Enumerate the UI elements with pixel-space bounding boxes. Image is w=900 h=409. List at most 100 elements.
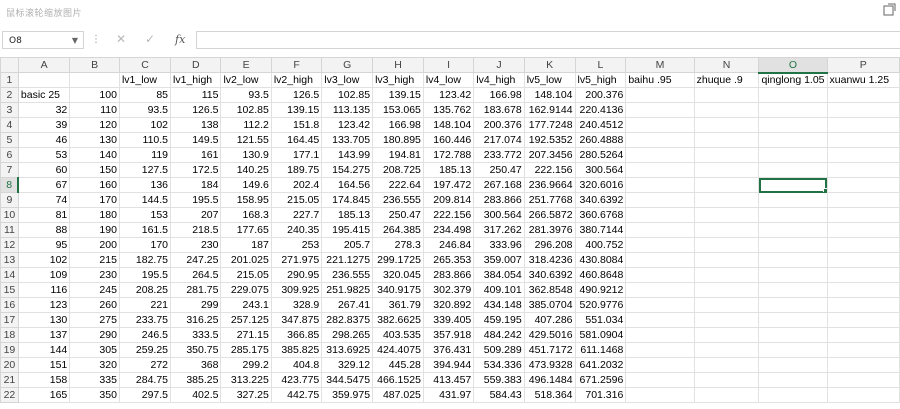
cell-k6[interactable]: 207.3456: [523, 147, 576, 163]
cell-b3[interactable]: 110: [69, 102, 120, 118]
cell-l11[interactable]: 380.7144: [574, 222, 627, 238]
cell-n12[interactable]: [693, 237, 760, 253]
cell-e9[interactable]: 158.95: [220, 192, 272, 208]
cell-h1[interactable]: lv3_high: [372, 72, 424, 88]
cell-o9[interactable]: [758, 192, 828, 208]
cell-f20[interactable]: 404.8: [270, 357, 323, 373]
cell-c2[interactable]: 85: [118, 87, 172, 103]
row-header[interactable]: 21: [0, 372, 19, 388]
cell-m8[interactable]: [625, 177, 695, 193]
cell-l9[interactable]: 340.6392: [574, 192, 627, 208]
cell-i10[interactable]: 222.156: [422, 207, 475, 223]
cell-c9[interactable]: 144.5: [118, 192, 172, 208]
formula-input[interactable]: [196, 31, 900, 49]
column-header-d[interactable]: D: [170, 57, 222, 73]
cell-h12[interactable]: 278.3: [372, 237, 424, 253]
cell-l2[interactable]: 200.376: [574, 87, 627, 103]
expand-icon[interactable]: [883, 3, 896, 16]
cell-m13[interactable]: [625, 252, 695, 268]
cell-j4[interactable]: 200.376: [473, 117, 525, 133]
cell-e7[interactable]: 140.25: [220, 162, 272, 178]
cell-d10[interactable]: 207: [170, 207, 222, 223]
cell-c12[interactable]: 170: [118, 237, 172, 253]
cell-j15[interactable]: 409.101: [473, 282, 525, 298]
cell-i6[interactable]: 172.788: [422, 147, 475, 163]
cell-f2[interactable]: 126.5: [270, 87, 323, 103]
row-header[interactable]: 16: [0, 297, 19, 313]
cell-b13[interactable]: 215: [69, 252, 120, 268]
cell-p5[interactable]: [826, 132, 900, 148]
cell-d11[interactable]: 218.5: [170, 222, 222, 238]
row-header[interactable]: 9: [0, 192, 19, 208]
cell-l22[interactable]: 701.316: [574, 387, 627, 403]
cell-e3[interactable]: 102.85: [220, 102, 272, 118]
cell-e6[interactable]: 130.9: [220, 147, 272, 163]
cell-f14[interactable]: 290.95: [270, 267, 323, 283]
cell-d16[interactable]: 299: [170, 297, 222, 313]
cell-c19[interactable]: 259.25: [118, 342, 172, 358]
column-header-o[interactable]: O: [758, 57, 828, 74]
cell-d15[interactable]: 281.75: [170, 282, 222, 298]
cell-i14[interactable]: 283.866: [422, 267, 475, 283]
cell-a19[interactable]: 144: [17, 342, 71, 358]
cell-e12[interactable]: 187: [220, 237, 272, 253]
cell-i9[interactable]: 209.814: [422, 192, 475, 208]
cell-i15[interactable]: 302.379: [422, 282, 475, 298]
cell-k15[interactable]: 362.8548: [523, 282, 576, 298]
cell-b4[interactable]: 120: [69, 117, 120, 133]
cell-n6[interactable]: [693, 147, 760, 163]
column-header-i[interactable]: I: [422, 57, 475, 73]
cell-b21[interactable]: 335: [69, 372, 120, 388]
cell-m10[interactable]: [625, 207, 695, 223]
cell-b6[interactable]: 140: [69, 147, 120, 163]
cell-o6[interactable]: [758, 147, 828, 163]
confirm-icon[interactable]: ✓: [145, 32, 155, 46]
cell-l3[interactable]: 220.4136: [574, 102, 627, 118]
cell-i4[interactable]: 148.104: [422, 117, 475, 133]
cell-c18[interactable]: 246.5: [118, 327, 172, 343]
row-header[interactable]: 5: [0, 132, 19, 148]
cell-o8[interactable]: [758, 177, 828, 193]
cell-c17[interactable]: 233.75: [118, 312, 172, 328]
cell-c1[interactable]: lv1_low: [118, 72, 172, 88]
cell-b8[interactable]: 160: [69, 177, 120, 193]
cell-b16[interactable]: 260: [69, 297, 120, 313]
cell-e13[interactable]: 201.025: [220, 252, 272, 268]
cell-i1[interactable]: lv4_low: [422, 72, 475, 88]
cell-g13[interactable]: 221.1275: [321, 252, 374, 268]
cell-e16[interactable]: 243.1: [220, 297, 272, 313]
row-header[interactable]: 1: [0, 72, 19, 88]
cell-g6[interactable]: 143.99: [321, 147, 374, 163]
cell-b17[interactable]: 275: [69, 312, 120, 328]
cell-k21[interactable]: 496.1484: [523, 372, 576, 388]
cell-g5[interactable]: 133.705: [321, 132, 374, 148]
cell-d18[interactable]: 333.5: [170, 327, 222, 343]
cell-f11[interactable]: 240.35: [270, 222, 323, 238]
row-header[interactable]: 14: [0, 267, 19, 283]
cell-c4[interactable]: 102: [118, 117, 172, 133]
cell-e17[interactable]: 257.125: [220, 312, 272, 328]
row-header[interactable]: 18: [0, 327, 19, 343]
cell-j1[interactable]: lv4_high: [473, 72, 525, 88]
cell-f9[interactable]: 215.05: [270, 192, 323, 208]
cell-o15[interactable]: [758, 282, 828, 298]
cell-j21[interactable]: 559.383: [473, 372, 525, 388]
cell-m16[interactable]: [625, 297, 695, 313]
cell-m15[interactable]: [625, 282, 695, 298]
cell-i19[interactable]: 376.431: [422, 342, 475, 358]
row-header[interactable]: 19: [0, 342, 19, 358]
column-header-n[interactable]: N: [693, 57, 760, 73]
cell-p11[interactable]: [826, 222, 900, 238]
cell-p8[interactable]: [826, 177, 900, 193]
cell-d7[interactable]: 172.5: [170, 162, 222, 178]
cell-a15[interactable]: 116: [17, 282, 71, 298]
column-header-k[interactable]: K: [523, 57, 576, 73]
cell-n4[interactable]: [693, 117, 760, 133]
cell-b19[interactable]: 305: [69, 342, 120, 358]
cell-l14[interactable]: 460.8648: [574, 267, 627, 283]
chevron-down-icon[interactable]: ▼: [72, 32, 78, 50]
cell-c21[interactable]: 284.75: [118, 372, 172, 388]
cell-c5[interactable]: 110.5: [118, 132, 172, 148]
cell-a20[interactable]: 151: [17, 357, 71, 373]
cell-n1[interactable]: zhuque .9: [693, 72, 760, 88]
